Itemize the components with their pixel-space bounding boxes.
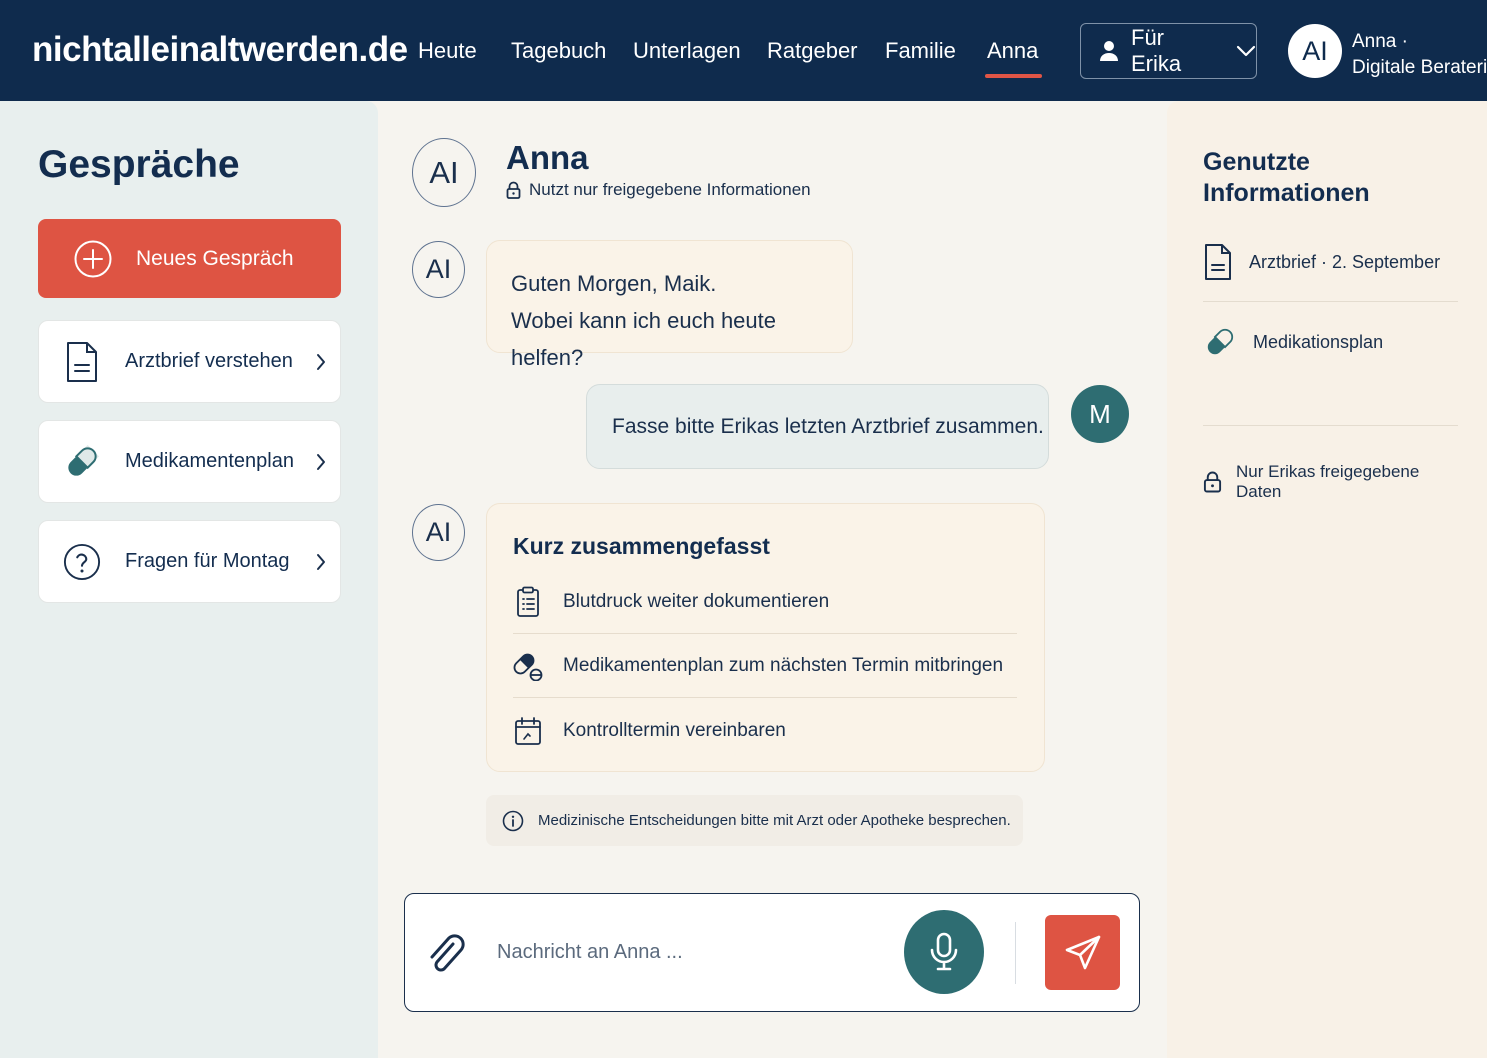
sidebar-item-fragen[interactable]: Fragen für Montag (38, 520, 341, 603)
chevron-down-icon (1236, 45, 1256, 57)
assistant-name: Anna (506, 139, 589, 176)
privacy-note-text: Nutzt nur freigegebene Informationen (529, 180, 811, 199)
conversations-sidebar: Gespräche Neues Gespräch Arztbrief verst… (0, 101, 378, 1058)
divider (1203, 301, 1458, 302)
chat-area: AI Anna Nutzt nur freigegebene Informati… (378, 101, 1168, 1058)
assistant-avatar: AI (412, 138, 476, 207)
send-icon (1065, 935, 1100, 969)
site-logo[interactable]: nichtalleinaltwerden.de (32, 30, 408, 70)
send-button[interactable] (1045, 915, 1120, 990)
assistant-profile-name: Anna · (1352, 31, 1408, 52)
pill-icon (63, 440, 101, 484)
plus-circle-icon (74, 240, 112, 277)
assistant-greeting-message: Guten Morgen, Maik. Wobei kann ich euch … (486, 240, 853, 370)
greeting-line: Guten Morgen, Maik. (511, 271, 717, 296)
calendar-icon (513, 716, 543, 746)
user-message: Fasse bitte Erikas letzten Arztbrief zus… (586, 384, 1049, 469)
chevron-right-icon (317, 453, 325, 470)
summary-item-text: Kontrolltermin vereinbaren (563, 720, 786, 741)
person-icon (1100, 41, 1118, 61)
sidebar-item-label: Arztbrief verstehen (125, 350, 293, 372)
panel-title: Genutzte Informationen (1203, 148, 1370, 207)
nav-item-anna[interactable]: Anna (984, 38, 1043, 78)
chevron-right-icon (317, 553, 325, 570)
source-item-arztbrief[interactable]: Arztbrief · 2. September (1203, 243, 1458, 281)
nav-item-familie[interactable]: Familie (885, 38, 956, 64)
question-icon (63, 540, 101, 584)
sidebar-item-label: Fragen für Montag (125, 550, 290, 572)
data-scope-note: Nur Erikas freigegebene Daten (1203, 462, 1458, 502)
nav-item-heute[interactable]: Heute (418, 38, 477, 64)
sidebar-item-arztbrief[interactable]: Arztbrief verstehen (38, 320, 341, 403)
sidebar-item-medikamentenplan[interactable]: Medikamentenplan (38, 420, 341, 503)
clipboard-icon (513, 586, 543, 618)
person-selector-label: Für Erika (1131, 25, 1182, 76)
assistant-avatar: AI (412, 504, 465, 561)
info-icon (502, 810, 524, 831)
person-selector-button[interactable]: Für Erika (1080, 23, 1257, 79)
data-scope-text: Nur Erikas freigegebene Daten (1236, 462, 1420, 501)
disclaimer-text: Medizinische Entscheidungen bitte mit Ar… (538, 812, 1011, 829)
nav-item-ratgeber[interactable]: Ratgeber (767, 38, 858, 64)
sidebar-item-label: Medikamentenplan (125, 450, 294, 472)
new-conversation-label: Neues Gespräch (136, 246, 294, 270)
top-navigation-bar: nichtalleinaltwerden.de Heute Tagebuch U… (0, 0, 1487, 101)
summary-item: Medikamentenplan zum nächsten Termin mit… (513, 634, 1017, 698)
summary-item-text: Blutdruck weiter dokumentieren (563, 590, 830, 612)
new-conversation-button[interactable]: Neues Gespräch (38, 219, 341, 298)
microphone-button[interactable] (904, 910, 984, 994)
summary-item: Blutdruck weiter dokumentieren (513, 570, 1017, 634)
source-item-medikationsplan[interactable]: Medikationsplan (1203, 325, 1458, 359)
greeting-line: Wobei kann ich euch heute helfen? (511, 308, 776, 370)
divider (1203, 425, 1458, 426)
summary-title: Kurz zusammengefasst (513, 533, 770, 559)
assistant-avatar: AI (412, 241, 465, 298)
microphone-icon (930, 932, 958, 971)
pill-icon (1207, 328, 1234, 355)
assistant-profile-role: Digitale Beraterin (1352, 57, 1487, 78)
summary-item-text: Medikamentenplan zum nächsten Termin mit… (563, 654, 1004, 676)
assistant-avatar[interactable]: AI (1288, 24, 1342, 78)
message-input[interactable] (497, 934, 877, 970)
user-avatar: M (1071, 385, 1129, 443)
nav-item-unterlagen[interactable]: Unterlagen (633, 38, 741, 64)
assistant-profile: Anna · Digitale Beraterin (1352, 29, 1487, 81)
chevron-right-icon (317, 353, 325, 370)
pills-icon (513, 651, 543, 681)
nav-item-tagebuch[interactable]: Tagebuch (511, 38, 606, 64)
assistant-summary-message: Kurz zusammengefasst Blutdruck weiter do… (486, 503, 1045, 772)
used-information-panel: Genutzte Informationen Arztbrief · 2. Se… (1167, 101, 1487, 1058)
document-icon (63, 340, 101, 384)
summary-item: Kontrolltermin vereinbaren (513, 699, 1017, 763)
message-composer (404, 893, 1140, 1012)
source-item-label: Medikationsplan (1253, 331, 1384, 352)
paperclip-icon[interactable] (427, 928, 467, 978)
privacy-note: Nutzt nur freigegebene Informationen (506, 180, 811, 200)
medical-disclaimer: Medizinische Entscheidungen bitte mit Ar… (486, 795, 1023, 846)
document-icon (1205, 244, 1231, 280)
composer-divider (1015, 922, 1016, 984)
lock-icon (1203, 471, 1222, 493)
lock-icon (506, 181, 521, 199)
source-item-label: Arztbrief · 2. September (1249, 251, 1441, 272)
sidebar-title: Gespräche (38, 143, 240, 186)
